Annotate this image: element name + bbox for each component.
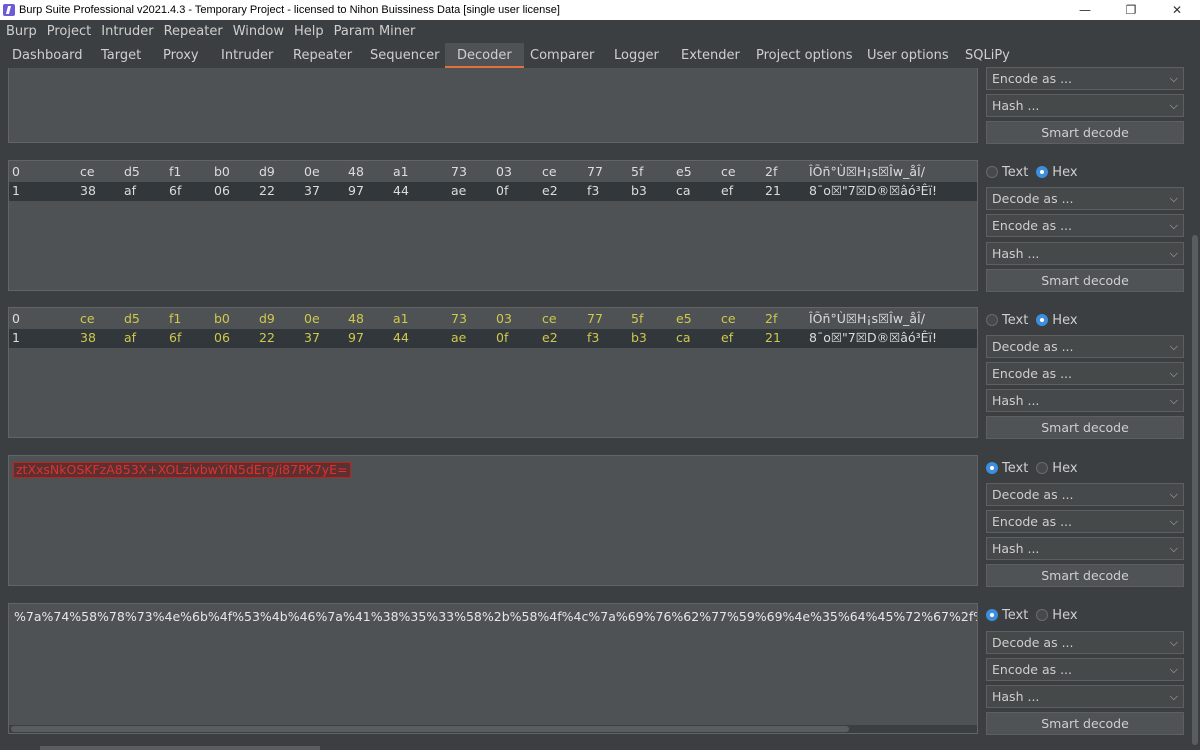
chevron-down-icon: ⌵ [1169,72,1178,85]
chevron-down-icon: ⌵ [1169,663,1178,676]
menu-window[interactable]: Window [233,24,284,39]
encode-as-dropdown-2[interactable]: Encode as ... ⌵ [986,214,1184,237]
menu-intruder[interactable]: Intruder [101,24,153,39]
encode-as-dropdown-5[interactable]: Encode as ... ⌵ [986,658,1184,681]
decoder-text-value[interactable]: ztXxsNkOSKFzA853X+XOLzivbwYiN5dErg/i87PK… [13,462,351,478]
chevron-down-icon: ⌵ [1169,192,1178,205]
format-radio-group-5: Text Hex [986,606,1086,624]
tab-proxy[interactable]: Proxy [163,43,199,68]
format-radio-group-4: Text Hex [986,459,1086,477]
hash-dropdown-3[interactable]: Hash ... ⌵ [986,389,1184,412]
chevron-down-icon: ⌵ [1169,219,1178,232]
decoder-panel-2[interactable]: 0 ce d5 f1 b0 d9 0e 48 a1 73 03 ce 77 5f… [8,160,978,291]
decode-as-dropdown-3[interactable]: Decode as ... ⌵ [986,335,1184,358]
hex-radio-2[interactable] [1036,166,1049,178]
chevron-down-icon: ⌵ [1169,247,1178,260]
tab-dashboard[interactable]: Dashboard [12,43,83,68]
hex-row[interactable]: 0 ce d5 f1 b0 d9 0e 48 a1 73 03 ce 77 5f… [9,310,977,329]
format-radio-group-2: Text Hex [986,163,1086,181]
hash-dropdown-1[interactable]: Hash ... ⌵ [986,94,1184,117]
tab-logger[interactable]: Logger [614,43,659,68]
tab-target[interactable]: Target [101,43,141,68]
hex-radio-5[interactable] [1036,609,1049,621]
hex-radio-3[interactable] [1036,314,1049,326]
encode-as-dropdown-1[interactable]: Encode as ... ⌵ [986,67,1184,90]
burp-logo-icon [3,4,15,16]
chevron-down-icon: ⌵ [1169,99,1178,112]
chevron-down-icon: ⌵ [1169,367,1178,380]
text-radio-2[interactable] [986,166,998,178]
hex-radio-4[interactable] [1036,462,1049,474]
decoder-panel-3[interactable]: 0 ce d5 f1 b0 d9 0e 48 a1 73 03 ce 77 5f… [8,307,978,438]
decode-as-dropdown-4[interactable]: Decode as ... ⌵ [986,483,1184,506]
tab-project-options[interactable]: Project options [756,43,853,68]
chevron-down-icon: ⌵ [1169,340,1178,353]
menu-bar: Burp Project Intruder Repeater Window He… [0,20,1200,43]
minimize-button[interactable]: — [1062,0,1108,20]
decoder-panel-1[interactable] [8,68,978,143]
title-bar: Burp Suite Professional v2021.4.3 - Temp… [0,0,1200,20]
tab-user-options[interactable]: User options [867,43,949,68]
chevron-down-icon: ⌵ [1169,488,1178,501]
menu-param-miner[interactable]: Param Miner [334,24,416,39]
encode-as-dropdown-4[interactable]: Encode as ... ⌵ [986,510,1184,533]
chevron-down-icon: ⌵ [1169,394,1178,407]
decoder-panel-5[interactable]: %7a%74%58%78%73%4e%6b%4f%53%4b%46%7a%41%… [8,603,978,734]
encode-as-dropdown-3[interactable]: Encode as ... ⌵ [986,362,1184,385]
tab-decoder[interactable]: Decoder [445,43,524,68]
chevron-down-icon: ⌵ [1169,690,1178,703]
smart-decode-button-2[interactable]: Smart decode [986,269,1184,292]
text-radio-4[interactable] [986,462,998,474]
horizontal-scrollbar-thumb[interactable] [11,726,849,732]
format-radio-group-3: Text Hex [986,311,1086,329]
hex-row[interactable]: 0 ce d5 f1 b0 d9 0e 48 a1 73 03 ce 77 5f… [9,163,977,182]
menu-burp[interactable]: Burp [6,24,37,39]
smart-decode-button-5[interactable]: Smart decode [986,712,1184,735]
chevron-down-icon: ⌵ [1169,636,1178,649]
decoder-text-value[interactable]: %7a%74%58%78%73%4e%6b%4f%53%4b%46%7a%41%… [14,609,977,624]
tab-repeater[interactable]: Repeater [293,43,352,68]
window-title: Burp Suite Professional v2021.4.3 - Temp… [19,4,560,16]
close-button[interactable]: ✕ [1154,0,1200,20]
chevron-down-icon: ⌵ [1169,515,1178,528]
hash-dropdown-4[interactable]: Hash ... ⌵ [986,537,1184,560]
hash-dropdown-5[interactable]: Hash ... ⌵ [986,685,1184,708]
text-radio-5[interactable] [986,609,998,621]
smart-decode-button-1[interactable]: Smart decode [986,121,1184,144]
decode-as-dropdown-2[interactable]: Decode as ... ⌵ [986,187,1184,210]
tab-extender[interactable]: Extender [681,43,740,68]
tab-comparer[interactable]: Comparer [530,43,594,68]
hex-row[interactable]: 1 38 af 6f 06 22 37 97 44 ae 0f e2 f3 b3… [9,182,977,201]
menu-project[interactable]: Project [47,24,91,39]
tab-intruder[interactable]: Intruder [221,43,273,68]
bottom-scroll-indicator [40,746,320,750]
menu-repeater[interactable]: Repeater [164,24,223,39]
smart-decode-button-3[interactable]: Smart decode [986,416,1184,439]
text-radio-3[interactable] [986,314,998,326]
tab-sequencer[interactable]: Sequencer [370,43,439,68]
vertical-scrollbar-thumb[interactable] [1192,235,1198,745]
smart-decode-button-4[interactable]: Smart decode [986,564,1184,587]
hash-dropdown-2[interactable]: Hash ... ⌵ [986,242,1184,265]
tab-sqlipy[interactable]: SQLiPy [965,43,1010,68]
decode-as-dropdown-5[interactable]: Decode as ... ⌵ [986,631,1184,654]
hex-row[interactable]: 1 38 af 6f 06 22 37 97 44 ae 0f e2 f3 b3… [9,329,977,348]
chevron-down-icon: ⌵ [1169,542,1178,555]
menu-help[interactable]: Help [294,24,324,39]
restore-button[interactable]: ❐ [1108,0,1154,20]
decoder-panel-4[interactable]: ztXxsNkOSKFzA853X+XOLzivbwYiN5dErg/i87PK… [8,455,978,586]
main-tab-bar: Dashboard Target Proxy Intruder Repeater… [0,43,1200,68]
